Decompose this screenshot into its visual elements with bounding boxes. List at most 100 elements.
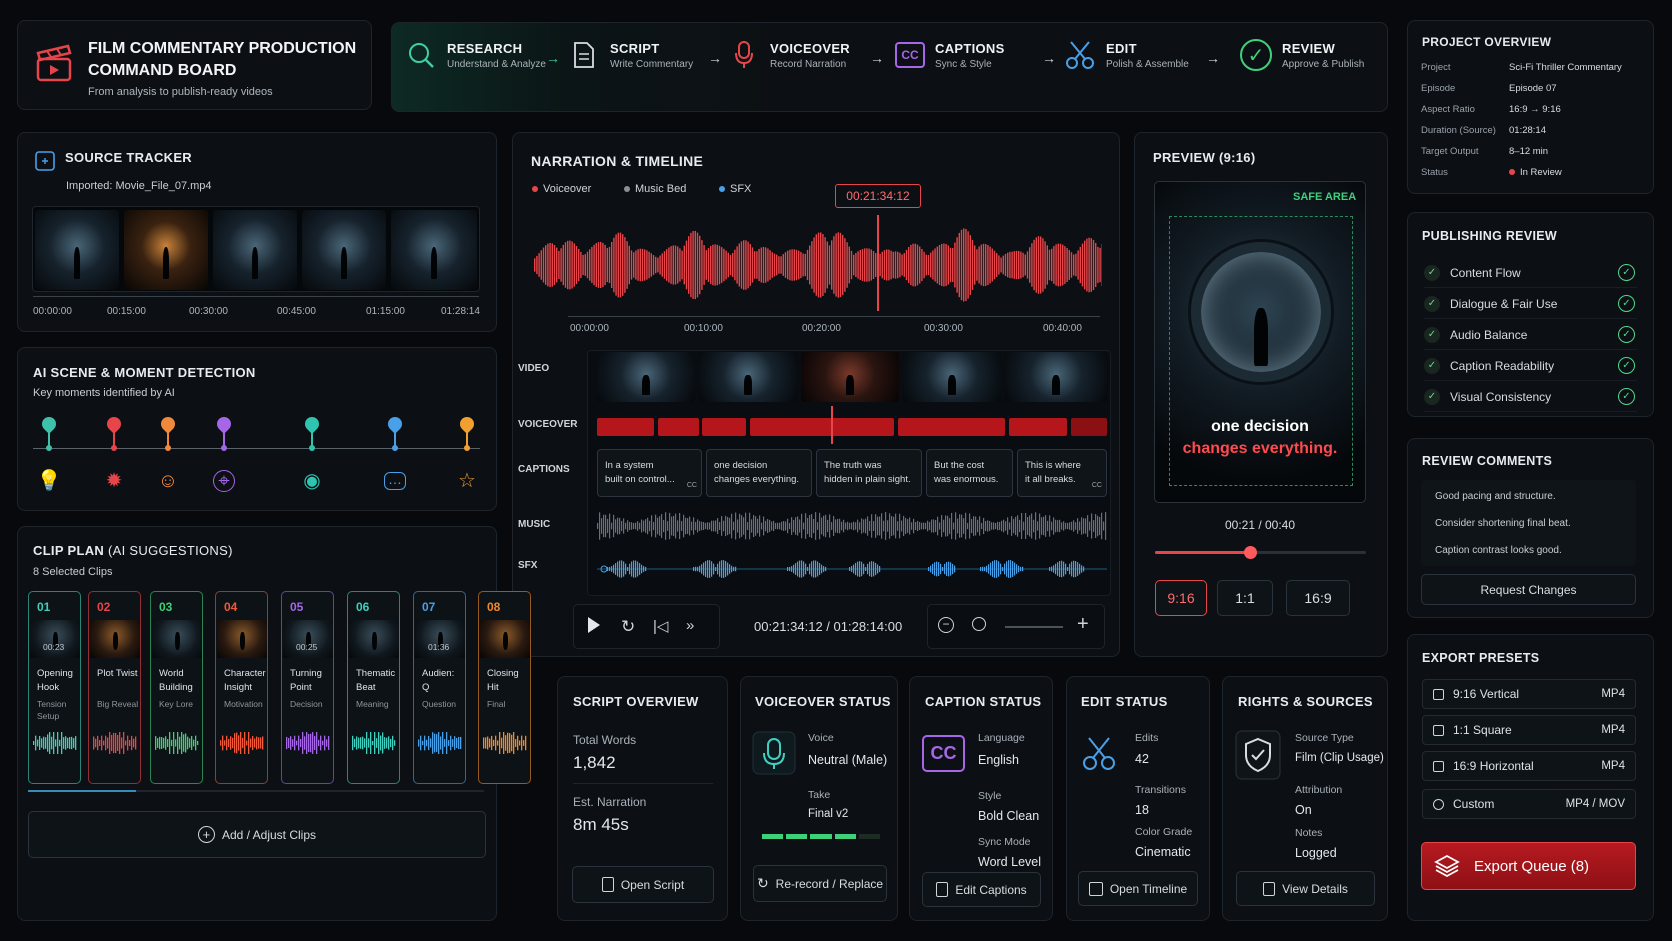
review-item[interactable]: ✓ Audio Balance ✓ bbox=[1424, 320, 1637, 350]
review-item[interactable]: ✓ Visual Consistency ✓ bbox=[1424, 382, 1637, 412]
voiceover-segment[interactable] bbox=[1009, 418, 1067, 436]
pipeline-step-research[interactable]: RESEARCH Understand & Analyze bbox=[405, 30, 546, 80]
clip-card[interactable]: 07 01:36 Audien: Q Question bbox=[413, 591, 466, 784]
voiceover-segment[interactable] bbox=[658, 418, 699, 436]
arrow-right-icon: → bbox=[546, 50, 560, 66]
waveform-bar bbox=[1035, 512, 1037, 540]
voiceover-waveform[interactable] bbox=[534, 215, 1102, 315]
voiceover-segment[interactable] bbox=[898, 418, 1005, 436]
pipeline-step-captions[interactable]: CC CAPTIONS Sync & Style bbox=[895, 30, 1005, 80]
caption-block[interactable]: But the cost was enormous. bbox=[926, 449, 1013, 497]
clip-card[interactable]: 01 00:23 Opening Hook Tension Setup bbox=[28, 591, 81, 784]
waveform-bar bbox=[1097, 246, 1099, 284]
video-clip[interactable] bbox=[903, 352, 1001, 402]
moment-marker[interactable] bbox=[39, 414, 59, 451]
caption-block[interactable]: The truth was hidden in plain sight. bbox=[816, 449, 922, 497]
pipeline-step-voiceover[interactable]: VOICEOVER Record Narration bbox=[728, 30, 850, 80]
edit-captions-button[interactable]: Edit Captions bbox=[922, 872, 1041, 907]
clip-scrollbar-thumb[interactable] bbox=[28, 790, 136, 792]
music-waveform[interactable] bbox=[597, 510, 1107, 542]
pipeline-step-review[interactable]: ✓ REVIEW Approve & Publish bbox=[1240, 30, 1364, 80]
moment-marker[interactable] bbox=[158, 414, 178, 451]
waveform-bar bbox=[819, 512, 821, 540]
waveform-bar bbox=[736, 246, 738, 284]
voiceover-segment[interactable] bbox=[597, 418, 654, 436]
waveform-bar bbox=[945, 243, 947, 287]
voiceover-segment[interactable] bbox=[750, 418, 894, 436]
pipeline-step-script[interactable]: SCRIPT Write Commentary bbox=[568, 30, 693, 80]
moment-marker[interactable] bbox=[214, 414, 234, 451]
waveform-bar bbox=[945, 515, 947, 537]
open-timeline-button[interactable]: Open Timeline bbox=[1078, 871, 1198, 906]
caption-block[interactable]: In a system built on control... CC bbox=[597, 449, 702, 497]
caption-text-line: But the cost bbox=[934, 460, 985, 471]
edits-value: 42 bbox=[1135, 752, 1149, 766]
playhead-line[interactable] bbox=[877, 215, 879, 311]
waveform-bar bbox=[1033, 239, 1035, 291]
clip-label-line: Building bbox=[159, 682, 193, 693]
moment-marker[interactable] bbox=[302, 414, 322, 451]
waveform-bar bbox=[1031, 513, 1033, 539]
review-item[interactable]: ✓ Caption Readability ✓ bbox=[1424, 351, 1637, 381]
zoom-out-icon[interactable]: − bbox=[938, 617, 954, 633]
preview-progress-handle[interactable] bbox=[1243, 546, 1257, 559]
export-preset[interactable]: 9:16 Vertical MP4 bbox=[1422, 679, 1636, 709]
waveform-bar bbox=[1014, 562, 1016, 576]
overview-value: 01:28:14 bbox=[1509, 125, 1546, 136]
step-back-icon[interactable]: |◁ bbox=[653, 617, 668, 635]
waveform-bar bbox=[941, 243, 943, 287]
add-adjust-clips-button[interactable]: + Add / Adjust Clips bbox=[28, 811, 486, 858]
sfx-waveform[interactable] bbox=[597, 555, 1107, 583]
export-preset[interactable]: 16:9 Horizontal MP4 bbox=[1422, 751, 1636, 781]
zoom-slider[interactable] bbox=[1005, 626, 1063, 628]
clip-card[interactable]: 05 00:25 Turning Point Decision bbox=[281, 591, 334, 784]
clip-card[interactable]: 02 Plot Twist Big Reveal bbox=[88, 591, 141, 784]
clip-card[interactable]: 03 World Building Key Lore bbox=[150, 591, 203, 784]
voiceover-segment[interactable] bbox=[1071, 418, 1107, 436]
ratio-1-1-button[interactable]: 1:1 bbox=[1217, 580, 1273, 616]
zoom-in-icon[interactable]: + bbox=[1077, 613, 1089, 636]
waveform-bar bbox=[657, 257, 659, 273]
waveform-bar bbox=[867, 516, 869, 536]
video-clip[interactable] bbox=[699, 352, 797, 402]
caption-block[interactable]: This is where it all breaks. CC bbox=[1017, 449, 1107, 497]
ratio-9-16-button[interactable]: 9:16 bbox=[1155, 580, 1207, 616]
video-clip[interactable] bbox=[1005, 352, 1107, 402]
search-icon[interactable] bbox=[972, 617, 986, 631]
waveform-bar bbox=[844, 238, 846, 292]
video-clip[interactable] bbox=[597, 352, 695, 402]
pipeline-step-edit[interactable]: EDIT Polish & Assemble bbox=[1064, 30, 1189, 80]
overview-value: Episode 07 bbox=[1509, 83, 1557, 94]
waveform-bar bbox=[1089, 521, 1091, 531]
open-script-button[interactable]: Open Script bbox=[572, 866, 714, 903]
view-details-button[interactable]: View Details bbox=[1236, 871, 1375, 906]
export-preset[interactable]: Custom MP4 / MOV bbox=[1422, 789, 1636, 819]
request-changes-button[interactable]: Request Changes bbox=[1421, 574, 1636, 605]
voiceover-segment[interactable] bbox=[702, 418, 746, 436]
export-preset[interactable]: 1:1 Square MP4 bbox=[1422, 715, 1636, 745]
waveform-bar bbox=[627, 567, 629, 571]
clip-sublabel-line: Motivation bbox=[224, 699, 263, 709]
moment-marker[interactable] bbox=[457, 414, 477, 451]
caption-block[interactable]: one decision changes everything. bbox=[706, 449, 812, 497]
review-item[interactable]: ✓ Dialogue & Fair Use ✓ bbox=[1424, 289, 1637, 319]
play-icon[interactable] bbox=[588, 617, 600, 633]
waveform-bar bbox=[982, 243, 985, 287]
moment-marker[interactable] bbox=[385, 414, 405, 451]
ratio-16-9-button[interactable]: 16:9 bbox=[1286, 580, 1350, 616]
clip-card[interactable]: 08 Closing Hit Final bbox=[478, 591, 531, 784]
video-clip[interactable] bbox=[801, 352, 899, 402]
step-forward-icon[interactable]: » bbox=[686, 617, 694, 634]
export-queue-button[interactable]: Export Queue (8) bbox=[1421, 842, 1636, 890]
clip-card[interactable]: 06 Thematic Beat Meaning bbox=[347, 591, 400, 784]
page-title: FILM COMMENTARY PRODUCTION COMMAND BOARD bbox=[88, 38, 356, 82]
preview-progress-fill bbox=[1155, 551, 1250, 554]
review-item[interactable]: ✓ Content Flow ✓ bbox=[1424, 258, 1637, 288]
re-record-button[interactable]: ↻ Re-record / Replace bbox=[753, 865, 887, 902]
waveform-bar bbox=[815, 560, 817, 578]
moment-marker[interactable] bbox=[104, 414, 124, 451]
voiceover-playhead[interactable] bbox=[831, 406, 833, 444]
waveform-bar bbox=[944, 563, 946, 575]
clip-card[interactable]: 04 Character Insight Motivation bbox=[215, 591, 268, 784]
loop-icon[interactable]: ↻ bbox=[621, 617, 635, 637]
